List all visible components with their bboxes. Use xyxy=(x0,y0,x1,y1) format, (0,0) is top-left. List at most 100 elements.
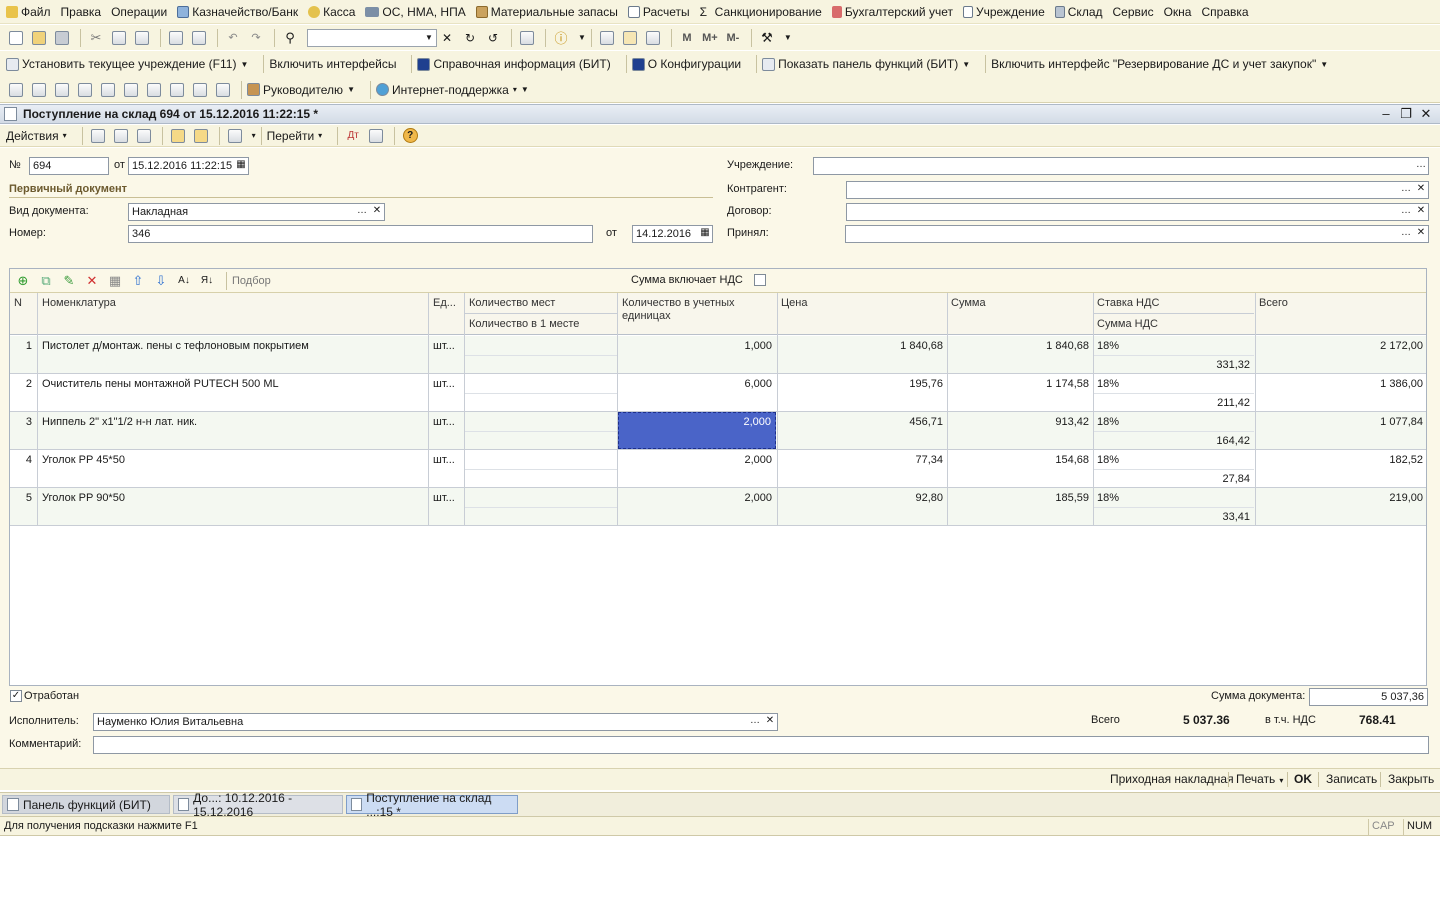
row-sum[interactable]: 1 840,68 xyxy=(947,338,1093,354)
table-row[interactable]: 5 Уголок PP 90*50 шт... 2,000 92,80 185,… xyxy=(10,488,1426,526)
row-price[interactable]: 1 840,68 xyxy=(777,338,947,354)
row-nomenclature[interactable]: Очиститель пены монтажной PUTECH 500 ML xyxy=(38,376,428,392)
row-total[interactable]: 1 077,84 xyxy=(1255,414,1427,430)
copy-doc-icon[interactable] xyxy=(134,126,154,146)
menu-operations[interactable]: Операции xyxy=(111,5,167,19)
paste-icon[interactable] xyxy=(132,28,152,48)
select-ellipsis-icon[interactable]: … xyxy=(1399,182,1413,198)
calendar-icon[interactable]: ▦ xyxy=(698,226,712,242)
select-ellipsis-icon[interactable]: … xyxy=(1399,226,1413,242)
number-field[interactable]: 694 xyxy=(29,157,109,175)
windows-icon[interactable] xyxy=(517,28,537,48)
row-nomenclature[interactable]: Ниппель 2" х1"1/2 н-н лат. ник. xyxy=(38,414,428,430)
chevron-down-icon[interactable]: ▼ xyxy=(422,30,436,46)
row-vat-rate[interactable]: 18% xyxy=(1093,452,1123,468)
doc-type-field[interactable]: Накладная … ✕ xyxy=(128,203,385,221)
menu-materials[interactable]: Материальные запасы xyxy=(475,5,618,19)
menu-cash[interactable]: Касса xyxy=(308,5,355,19)
redo-icon[interactable]: ↷ xyxy=(246,28,266,48)
table-row[interactable]: 2 Очиститель пены монтажной PUTECH 500 M… xyxy=(10,374,1426,412)
reference-info-button[interactable]: Справочная информация (БИТ) xyxy=(417,57,611,71)
users-icon[interactable] xyxy=(643,28,663,48)
row-nomenclature[interactable]: Уголок PP 45*50 xyxy=(38,452,428,468)
institution-field[interactable]: … xyxy=(813,157,1429,175)
menu-accounting[interactable]: Бухгалтерский учет xyxy=(831,5,953,19)
row-qty[interactable]: 6,000 xyxy=(618,376,776,392)
dt-kt-icon[interactable]: Дт xyxy=(343,126,363,146)
table-report-icon[interactable] xyxy=(98,80,118,100)
processed-checkbox[interactable]: ✓ xyxy=(10,690,22,702)
row-price[interactable]: 92,80 xyxy=(777,490,947,506)
task-documents-list[interactable]: До...: 10.12.2016 - 15.12.2016 xyxy=(173,791,343,819)
select-ellipsis-icon[interactable]: … xyxy=(748,714,762,730)
row-total[interactable]: 1 386,00 xyxy=(1255,376,1427,392)
copy-row-icon[interactable]: ⧉ xyxy=(37,272,55,290)
chevron-down-icon[interactable]: ▼ xyxy=(578,33,586,42)
menu-sanctioning[interactable]: Σ Санкционирование xyxy=(700,5,822,19)
move-up-icon[interactable]: ⇧ xyxy=(129,272,147,290)
edit-row-icon[interactable]: ✎ xyxy=(60,272,78,290)
row-qty-selected-cell[interactable]: 2,000 xyxy=(618,412,776,449)
row-nomenclature[interactable]: Пистолет д/монтаж. пены с тефлоновым пок… xyxy=(38,338,428,354)
add-row-icon[interactable]: ⊕ xyxy=(14,272,32,290)
row-vat-sum[interactable]: 211,42 xyxy=(1093,395,1254,411)
enable-reserve-interface-button[interactable]: Включить интерфейс "Резервирование ДС и … xyxy=(991,57,1328,71)
enable-interfaces-button[interactable]: Включить интерфейсы xyxy=(269,57,396,71)
show-functions-panel-button[interactable]: Показать панель функций (БИТ) ▼ xyxy=(762,57,970,71)
set-institution-button[interactable]: Установить текущее учреждение (F11) ▼ xyxy=(6,57,248,71)
menu-file[interactable]: Файл xyxy=(6,5,51,19)
table-row[interactable]: 1 Пистолет д/монтаж. пены с тефлоновым п… xyxy=(10,336,1426,374)
row-sum[interactable]: 1 174,58 xyxy=(947,376,1093,392)
restore-icon[interactable]: ❐ xyxy=(1398,106,1414,122)
row-qty[interactable]: 2,000 xyxy=(618,452,776,468)
sort-desc-icon[interactable]: Я↓ xyxy=(198,272,216,290)
row-total[interactable]: 219,00 xyxy=(1255,490,1427,506)
clear-icon[interactable]: ✕ xyxy=(1414,182,1428,198)
row-vat-sum[interactable]: 164,42 xyxy=(1093,433,1254,449)
counterparty-field[interactable]: … ✕ xyxy=(846,181,1429,199)
post-icon[interactable] xyxy=(88,126,108,146)
quick-search-input[interactable]: ▼ xyxy=(307,28,437,47)
row-nomenclature[interactable]: Уголок PP 90*50 xyxy=(38,490,428,506)
goto-menu-button[interactable]: Перейти ▾ xyxy=(267,129,323,143)
select-items-button[interactable]: Подбор xyxy=(232,275,271,287)
movements-icon[interactable] xyxy=(191,126,211,146)
row-unit[interactable]: шт... xyxy=(429,452,459,468)
find-next-icon[interactable]: ↻ xyxy=(460,28,480,48)
row-total[interactable]: 2 172,00 xyxy=(1255,338,1427,354)
clear-icon[interactable]: ✕ xyxy=(763,714,777,730)
journal-icon[interactable] xyxy=(29,80,49,100)
sheet-report-icon[interactable] xyxy=(190,80,210,100)
incoming-invoice-button[interactable]: Приходная накладная xyxy=(1110,772,1234,786)
list-report-icon[interactable] xyxy=(121,80,141,100)
print-menu-button[interactable]: Печать ▾ xyxy=(1236,772,1283,786)
chevron-down-icon[interactable]: ▾ xyxy=(252,131,256,140)
refresh-icon[interactable] xyxy=(111,126,131,146)
accepted-field[interactable]: … ✕ xyxy=(845,225,1429,243)
row-vat-rate[interactable]: 18% xyxy=(1093,490,1123,506)
minimize-icon[interactable]: – xyxy=(1378,106,1394,122)
contract-field[interactable]: … ✕ xyxy=(846,203,1429,221)
row-sum[interactable]: 185,59 xyxy=(947,490,1093,506)
row-unit[interactable]: шт... xyxy=(429,376,459,392)
balance-report-icon[interactable] xyxy=(167,80,187,100)
comment-field[interactable] xyxy=(93,736,1429,754)
menu-fixed-assets[interactable]: ОС, НМА, НПА xyxy=(365,5,466,19)
row-unit[interactable]: шт... xyxy=(429,338,459,354)
table-row[interactable]: 4 Уголок PP 45*50 шт... 2,000 77,34 154,… xyxy=(10,450,1426,488)
help-icon[interactable]: ? xyxy=(400,126,420,146)
row-sum[interactable]: 913,42 xyxy=(947,414,1093,430)
task-current-document[interactable]: Поступление на склад ...:15 * xyxy=(346,791,518,819)
row-vat-sum[interactable]: 331,32 xyxy=(1093,357,1254,373)
select-ellipsis-icon[interactable]: … xyxy=(1399,204,1413,220)
row-qty[interactable]: 2,000 xyxy=(618,490,776,506)
row-price[interactable]: 77,34 xyxy=(777,452,947,468)
based-on-icon[interactable] xyxy=(225,126,245,146)
actions-menu-button[interactable]: Действия ▾ xyxy=(6,129,67,143)
users-report-icon[interactable] xyxy=(75,80,95,100)
ok-button[interactable]: OK xyxy=(1294,772,1312,786)
doc-number-field[interactable]: 346 xyxy=(128,225,593,243)
menu-windows[interactable]: Окна xyxy=(1164,5,1192,19)
calendar-icon[interactable]: ▦ xyxy=(234,158,248,174)
select-ellipsis-icon[interactable]: … xyxy=(355,204,369,220)
